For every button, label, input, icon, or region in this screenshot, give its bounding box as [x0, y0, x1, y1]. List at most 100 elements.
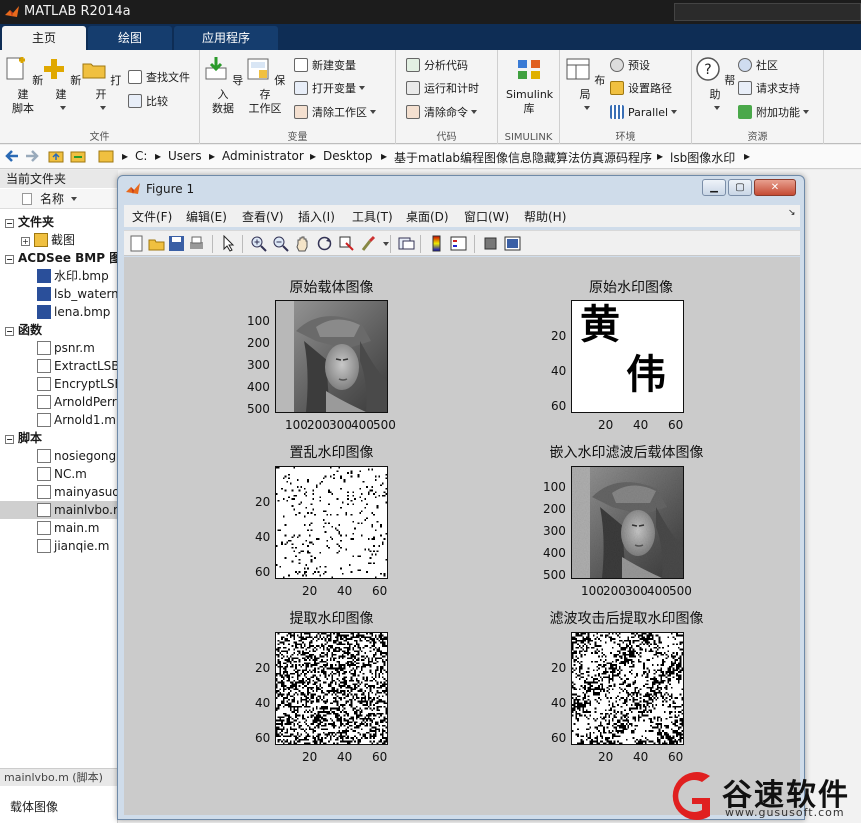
- rotate-3d-icon[interactable]: [316, 235, 333, 252]
- brush-icon[interactable]: [360, 235, 377, 252]
- preferences-button[interactable]: 预设: [610, 56, 650, 76]
- hide-plot-tools-icon[interactable]: [482, 235, 499, 252]
- menu-tools[interactable]: 工具(T): [352, 208, 393, 225]
- axes-extracted-watermark[interactable]: [275, 632, 388, 745]
- open-file-icon[interactable]: [148, 235, 165, 252]
- colorbar-icon[interactable]: [428, 235, 445, 252]
- run-and-time-button[interactable]: 运行和计时: [406, 79, 479, 99]
- list-item[interactable]: mainyasuo: [0, 483, 118, 501]
- maximize-button[interactable]: ▢: [728, 179, 752, 196]
- data-cursor-icon[interactable]: [338, 235, 355, 252]
- tree-section-bmp[interactable]: − ACDSee BMP 图: [0, 249, 118, 267]
- set-path-button[interactable]: 设置路径: [610, 79, 672, 99]
- tab-apps[interactable]: 应用程序: [174, 26, 278, 50]
- menu-window[interactable]: 窗口(W): [464, 208, 509, 225]
- list-item[interactable]: lena.bmp: [0, 303, 118, 321]
- menu-view[interactable]: 查看(V): [242, 208, 284, 225]
- tree-section-folders[interactable]: − 文件夹: [0, 213, 118, 231]
- breadcrumb-drive[interactable]: C:: [135, 149, 147, 163]
- collapse-icon[interactable]: −: [5, 435, 14, 444]
- help-button[interactable]: ? 帮助: [694, 54, 736, 116]
- open-variable-button[interactable]: 打开变量: [294, 79, 365, 99]
- add-ons-button[interactable]: 附加功能: [738, 103, 809, 123]
- close-button[interactable]: ✕: [754, 179, 796, 196]
- dock-arrow-icon[interactable]: ↘: [788, 208, 796, 218]
- list-item[interactable]: NC.m: [0, 465, 118, 483]
- open-button[interactable]: 打开: [80, 54, 122, 116]
- list-item[interactable]: main.m: [0, 519, 118, 537]
- zoom-out-icon[interactable]: [272, 235, 289, 252]
- forward-arrow-icon[interactable]: [24, 148, 40, 164]
- simulink-library-button[interactable]: Simulink 库: [506, 54, 553, 116]
- zoom-in-icon[interactable]: [250, 235, 267, 252]
- axes-filtered-cover[interactable]: [571, 466, 684, 579]
- menu-edit[interactable]: 编辑(E): [186, 208, 227, 225]
- browse-folder-icon[interactable]: [70, 148, 86, 164]
- new-script-button[interactable]: 新建 脚本: [2, 54, 44, 116]
- clear-commands-button[interactable]: 清除命令: [406, 103, 477, 123]
- list-item[interactable]: psnr.m: [0, 339, 118, 357]
- breadcrumb-lsb-folder[interactable]: lsb图像水印: [670, 149, 735, 166]
- layout-button[interactable]: 布局: [564, 54, 606, 116]
- list-item[interactable]: Arnold1.m: [0, 411, 118, 429]
- figure-canvas[interactable]: 原始载体图像 100 200 300 400 500 100 200 300 4…: [124, 257, 800, 815]
- axes-original-watermark[interactable]: 黄 伟: [571, 300, 684, 413]
- clear-workspace-button[interactable]: 清除工作区: [294, 103, 376, 123]
- list-item[interactable]: + 截图: [0, 231, 118, 249]
- axes-scrambled-watermark[interactable]: [275, 466, 388, 579]
- save-workspace-button[interactable]: 保存 工作区: [244, 54, 286, 116]
- import-data-button[interactable]: 导入 数据: [202, 54, 244, 116]
- legend-icon[interactable]: [450, 235, 467, 252]
- tree-section-scripts[interactable]: − 脚本: [0, 429, 118, 447]
- collapse-icon[interactable]: −: [5, 255, 14, 264]
- expand-icon[interactable]: +: [21, 237, 30, 246]
- search-documentation-input[interactable]: [674, 3, 861, 21]
- axes-original-cover[interactable]: [275, 300, 388, 413]
- menu-help[interactable]: 帮助(H): [524, 208, 566, 225]
- breadcrumb-users[interactable]: Users: [168, 149, 202, 163]
- collapse-icon[interactable]: −: [5, 219, 14, 228]
- community-button[interactable]: 社区: [738, 56, 778, 76]
- edit-plot-arrow-icon[interactable]: [220, 235, 237, 252]
- tab-plots[interactable]: 绘图: [88, 26, 172, 50]
- run-and-time-icon: [406, 81, 420, 95]
- request-support-button[interactable]: 请求支持: [738, 79, 800, 99]
- tab-home[interactable]: 主页: [2, 26, 86, 50]
- parallel-button[interactable]: Parallel: [610, 103, 678, 123]
- name-column-header[interactable]: 名称: [0, 189, 118, 209]
- collapse-icon[interactable]: −: [5, 327, 14, 336]
- menu-insert[interactable]: 插入(I): [298, 208, 335, 225]
- list-item[interactable]: lsb_waterm: [0, 285, 118, 303]
- axes-extracted-after-attack[interactable]: [571, 632, 684, 745]
- compare-button[interactable]: 比较: [128, 92, 168, 112]
- matlab-logo-icon: [126, 183, 140, 194]
- figure-title-bar[interactable]: Figure 1 ▁ ▢ ✕: [118, 176, 804, 202]
- tree-section-functions[interactable]: − 函数: [0, 321, 118, 339]
- minimize-button[interactable]: ▁: [702, 179, 726, 196]
- menu-desktop[interactable]: 桌面(D): [406, 208, 449, 225]
- print-icon[interactable]: [188, 235, 205, 252]
- list-item[interactable]: nosiegong: [0, 447, 118, 465]
- breadcrumb-desktop[interactable]: Desktop: [323, 149, 373, 163]
- new-figure-icon[interactable]: [128, 235, 145, 252]
- breadcrumb-project-folder[interactable]: 基于matlab编程图像信息隐藏算法仿真源码程序: [394, 149, 652, 166]
- brush-dropdown-icon[interactable]: [383, 242, 389, 246]
- save-icon[interactable]: [168, 235, 185, 252]
- new-variable-button[interactable]: 新建变量: [294, 56, 356, 76]
- back-arrow-icon[interactable]: [4, 148, 20, 164]
- menu-file[interactable]: 文件(F): [132, 208, 172, 225]
- list-item[interactable]: jianqie.m: [0, 537, 118, 555]
- list-item[interactable]: ExtractLSB: [0, 357, 118, 375]
- analyze-code-button[interactable]: 分析代码: [406, 56, 468, 76]
- new-button[interactable]: 新建: [40, 54, 82, 116]
- link-plot-icon[interactable]: [398, 235, 415, 252]
- list-item[interactable]: ArnoldPerr: [0, 393, 118, 411]
- breadcrumb-administrator[interactable]: Administrator: [222, 149, 304, 163]
- list-item-selected[interactable]: mainlvbo.m: [0, 501, 118, 519]
- find-files-button[interactable]: 查找文件: [128, 68, 190, 88]
- pan-hand-icon[interactable]: [294, 235, 311, 252]
- list-item[interactable]: 水印.bmp: [0, 267, 118, 285]
- list-item[interactable]: EncryptLSB: [0, 375, 118, 393]
- up-folder-icon[interactable]: [48, 148, 64, 164]
- show-plot-tools-icon[interactable]: [504, 235, 521, 252]
